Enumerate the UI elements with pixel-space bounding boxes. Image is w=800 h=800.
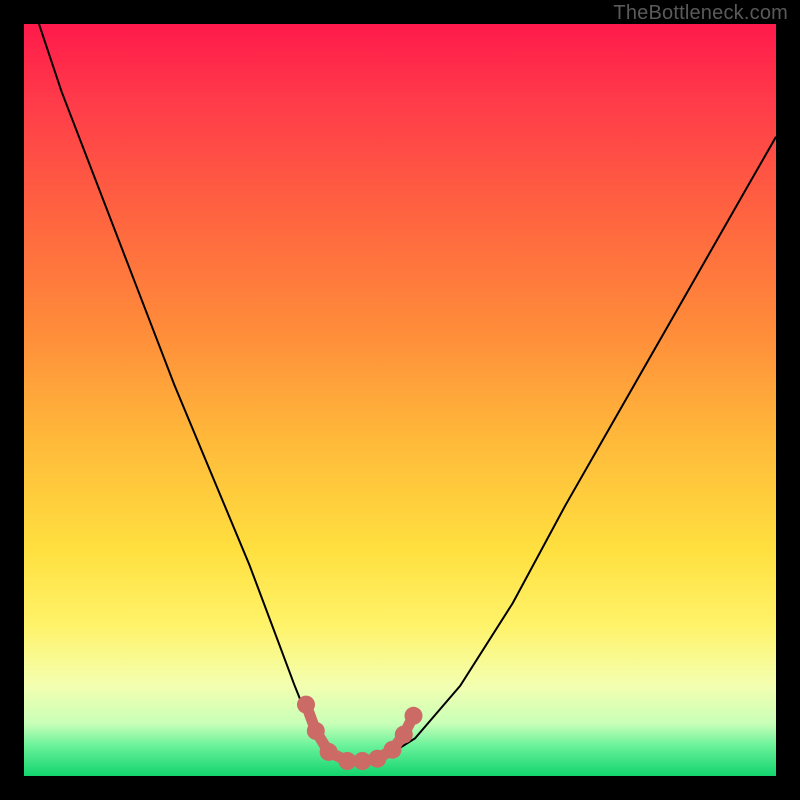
optimal-marker xyxy=(384,741,402,759)
optimal-marker xyxy=(307,722,325,740)
chart-plot-area xyxy=(24,24,776,776)
curve-path xyxy=(39,24,776,761)
optimal-marker xyxy=(368,750,386,768)
optimal-marker xyxy=(395,726,413,744)
optimal-marker xyxy=(320,743,338,761)
watermark-text: TheBottleneck.com xyxy=(613,2,788,25)
optimal-marker xyxy=(405,707,423,725)
bottleneck-curve xyxy=(24,24,776,776)
chart-frame: TheBottleneck.com xyxy=(0,0,800,800)
optimal-marker xyxy=(297,696,315,714)
